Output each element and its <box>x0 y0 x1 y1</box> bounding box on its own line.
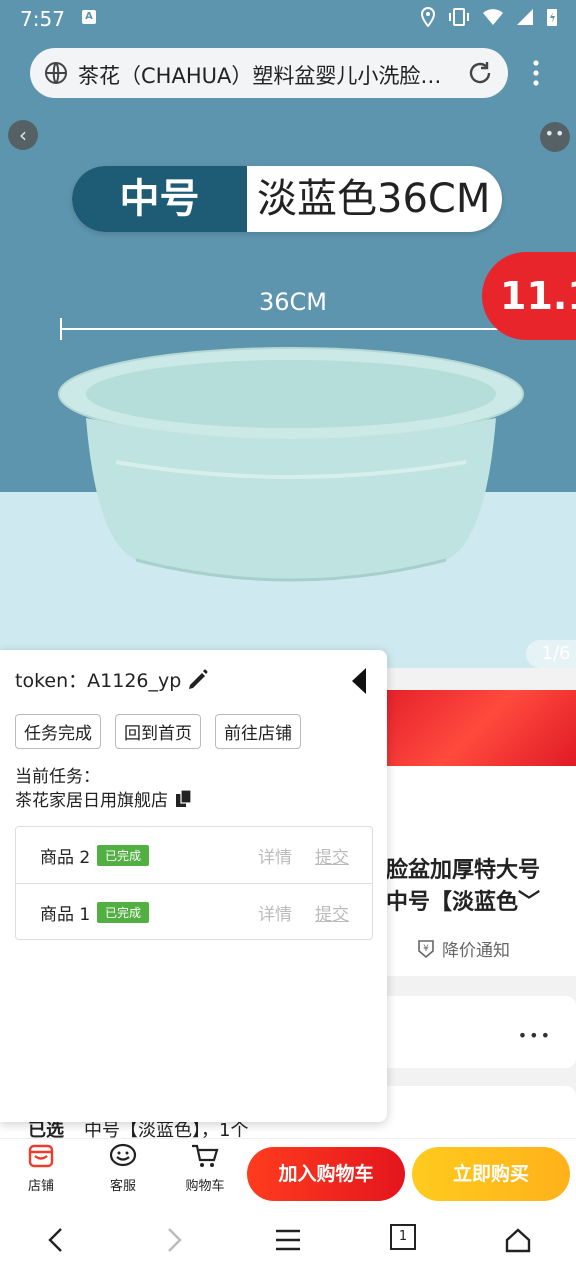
go-to-shop-button[interactable]: 前往店铺 <box>215 714 301 749</box>
buy-now-button[interactable]: 立即购买 <box>412 1147 570 1201</box>
nav-menu-icon[interactable] <box>274 1226 302 1254</box>
token-value: A1126_yp <box>87 670 182 692</box>
basin-image <box>58 347 524 582</box>
info-card-2[interactable]: ••• <box>380 996 576 1068</box>
token-label: token： <box>15 670 88 692</box>
back-home-button[interactable]: 回到首页 <box>115 714 201 749</box>
variant-pill: 中号 淡蓝色36CM <box>72 166 502 232</box>
browser-toolbar: 茶花（CHAHUA）塑料盆婴儿小洗脸… <box>0 36 576 110</box>
status-bar: 7:57 A <box>0 0 576 36</box>
price-tag-icon: ¥ <box>418 939 434 958</box>
task-panel: token：A1126_yp 任务完成 回到首页 前往店铺 当前任务： 茶花家居… <box>0 650 387 1122</box>
bottom-action-bar: 店铺 客服 购物车 加入购物车 立即购买 <box>0 1138 576 1207</box>
cart-label: 购物车 <box>185 1179 225 1194</box>
product-title-line1: 脸盆加厚特大号 <box>386 858 541 883</box>
cart-icon <box>192 1144 219 1167</box>
shop-label: 店铺 <box>27 1179 54 1194</box>
color-size-label: 淡蓝色36CM <box>257 176 491 222</box>
cart-tab[interactable]: 购物车 <box>175 1143 235 1194</box>
product-title-line2[interactable]: 中号【淡蓝色﹀ <box>386 884 540 916</box>
carousel-page-indicator: 1/6 <box>526 640 576 668</box>
shop-tab[interactable]: 店铺 <box>11 1143 71 1194</box>
url-bar[interactable]: 茶花（CHAHUA）塑料盆婴儿小洗脸… <box>30 48 508 98</box>
current-task-label: 当前任务： <box>15 767 100 787</box>
nav-home-icon[interactable] <box>504 1226 532 1254</box>
task-row: 商品 1 已完成 详情 提交 <box>16 883 372 940</box>
task-buttons: 任务完成 回到首页 前往店铺 <box>15 714 301 749</box>
copy-icon[interactable] <box>174 788 194 809</box>
token-row: token：A1126_yp <box>15 666 181 693</box>
browser-menu-icon[interactable] <box>528 58 544 88</box>
page-title[interactable]: 茶花（CHAHUA）塑料盆婴儿小洗脸… <box>78 60 450 90</box>
service-icon <box>109 1143 137 1167</box>
more-icon[interactable]: •• <box>540 122 570 152</box>
add-to-cart-button[interactable]: 加入购物车 <box>247 1147 405 1201</box>
shop-name: 茶花家居日用旗舰店 <box>15 791 168 811</box>
back-icon[interactable]: ‹ <box>8 120 38 150</box>
browser-nav-bar: 1 <box>0 1206 576 1280</box>
detail-link[interactable]: 详情 <box>258 843 292 868</box>
submit-link[interactable]: 提交 <box>315 843 349 868</box>
size-label: 中号 <box>72 166 247 232</box>
more-dots-icon[interactable]: ••• <box>518 1026 552 1045</box>
measure-label: 36CM <box>258 288 327 316</box>
shop-icon <box>28 1144 54 1168</box>
service-label: 客服 <box>109 1179 136 1194</box>
edit-pen-icon[interactable] <box>186 668 210 692</box>
service-tab[interactable]: 客服 <box>93 1143 153 1194</box>
submit-link[interactable]: 提交 <box>315 900 349 925</box>
detail-link[interactable]: 详情 <box>258 900 292 925</box>
measure-line <box>60 318 526 340</box>
product-image-carousel[interactable]: 中号 淡蓝色36CM 36CM 11.11 ‹ •• 1/6 <box>0 110 576 668</box>
notification-a-icon: A <box>82 10 96 24</box>
vibrate-icon <box>449 8 469 26</box>
tabs-count-icon[interactable]: 1 <box>390 1224 416 1250</box>
task-complete-button[interactable]: 任务完成 <box>15 714 101 749</box>
current-task-shop: 茶花家居日用旗舰店 <box>15 786 194 811</box>
product-info-card: 脸盆加厚特大号 中号【淡蓝色﹀ ¥ 降价通知 <box>380 766 576 976</box>
task-list: 商品 2 已完成 详情 提交 商品 1 已完成 详情 提交 <box>15 826 373 940</box>
signal-icon <box>517 9 533 25</box>
promo-badge: 11.11 <box>482 252 576 340</box>
status-badge: 已完成 <box>97 845 150 866</box>
nav-forward-icon[interactable] <box>164 1226 184 1254</box>
nav-back-icon[interactable] <box>46 1226 66 1254</box>
location-icon <box>420 7 436 27</box>
battery-icon <box>547 9 557 26</box>
price-alert-label: 降价通知 <box>442 941 510 961</box>
promo-banner <box>380 690 576 766</box>
svg-text:¥: ¥ <box>423 944 429 954</box>
task-name: 商品 2 <box>40 848 91 868</box>
wifi-icon <box>483 9 503 25</box>
task-name: 商品 1 <box>40 905 91 925</box>
status-badge: 已完成 <box>97 902 150 923</box>
status-icons <box>420 7 558 27</box>
status-time: 7:57 <box>20 7 65 31</box>
globe-icon <box>45 62 67 84</box>
price-alert-button[interactable]: ¥ 降价通知 <box>416 936 510 961</box>
task-row: 商品 2 已完成 详情 提交 <box>16 827 372 883</box>
collapse-panel-icon[interactable] <box>350 666 368 696</box>
reload-icon[interactable] <box>466 59 494 87</box>
